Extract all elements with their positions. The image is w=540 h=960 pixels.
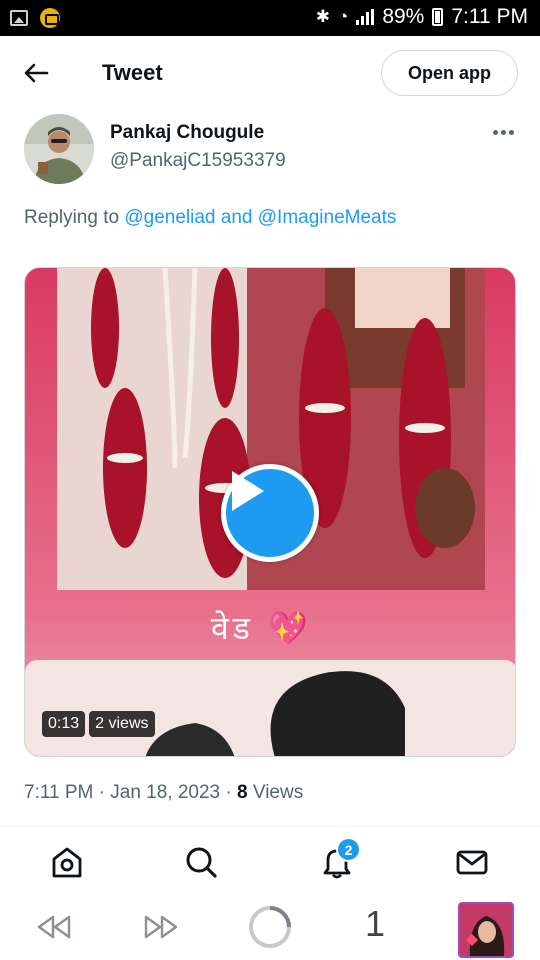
- tab-search[interactable]: [181, 842, 221, 882]
- view-count: 8: [237, 782, 248, 803]
- separator: ·: [225, 782, 232, 803]
- loading-icon: [249, 906, 291, 948]
- rewind-icon: [37, 915, 71, 939]
- home-icon: [52, 847, 82, 878]
- profile-thumbnail-image: [460, 904, 512, 956]
- open-app-button[interactable]: Open app: [381, 50, 518, 96]
- mention-joiner[interactable]: and: [221, 207, 253, 228]
- more-horizontal-icon: [492, 129, 498, 135]
- messages-icon: [456, 850, 488, 875]
- tab-messages[interactable]: [452, 842, 492, 882]
- video-badges: 0:13 2 views: [42, 711, 155, 737]
- separator: ·: [98, 782, 105, 803]
- fast-forward-button[interactable]: [141, 905, 181, 949]
- tab-count[interactable]: 1: [365, 903, 385, 945]
- arrow-left-icon: [24, 63, 49, 83]
- video-duration: 0:13: [42, 711, 86, 737]
- video-views: 2 views: [89, 711, 155, 737]
- video-caption: वेड 💖: [211, 609, 312, 647]
- header: Tweet Open app: [0, 36, 540, 110]
- battery-icon: [432, 8, 444, 26]
- app-notification-icon: [40, 8, 60, 28]
- video-player[interactable]: वेड 💖 0:13 2 views: [24, 267, 516, 757]
- fast-forward-icon: [144, 915, 178, 939]
- loading-button[interactable]: [248, 905, 292, 949]
- author-name[interactable]: Pankaj Chougule: [110, 122, 264, 144]
- page-title: Tweet: [102, 60, 163, 85]
- play-icon: [232, 471, 264, 511]
- wifi-icon: ◔: [338, 7, 349, 26]
- browser-nav-bar: 1: [0, 895, 540, 960]
- avatar-image: [24, 114, 94, 184]
- status-bar: ✱ ◔ 89% 7:11 PM: [0, 0, 540, 36]
- rewind-button[interactable]: [34, 905, 74, 949]
- bluetooth-icon: ✱: [315, 7, 331, 26]
- mention-link[interactable]: @geneliad: [124, 207, 215, 228]
- replying-to: Replying to @geneliad and @ImagineMeats: [24, 207, 396, 229]
- back-button[interactable]: [22, 60, 50, 86]
- bottom-tab-bar: 2: [0, 827, 540, 895]
- notification-badge: 2: [336, 837, 361, 862]
- clock: 7:11 PM: [451, 5, 528, 28]
- profile-thumbnail[interactable]: [458, 902, 514, 958]
- tweet-meta: 7:11 PM · Jan 18, 2023 · 8 Views: [24, 782, 303, 804]
- image-notification-icon: [10, 10, 28, 26]
- battery-percent: 89%: [382, 5, 425, 28]
- replying-prefix: Replying to: [24, 207, 120, 228]
- signal-icon: [356, 9, 375, 25]
- tweet-date[interactable]: Jan 18, 2023: [110, 782, 220, 803]
- avatar[interactable]: [24, 114, 94, 184]
- tweet-time[interactable]: 7:11 PM: [24, 782, 93, 803]
- views-label: Views: [252, 782, 304, 803]
- author-handle[interactable]: @PankajC15953379: [110, 150, 286, 172]
- search-icon: [186, 847, 217, 878]
- mention-link[interactable]: @ImagineMeats: [258, 207, 397, 228]
- play-button[interactable]: [221, 464, 319, 562]
- tab-home[interactable]: [47, 842, 87, 882]
- more-options-button[interactable]: [488, 122, 518, 142]
